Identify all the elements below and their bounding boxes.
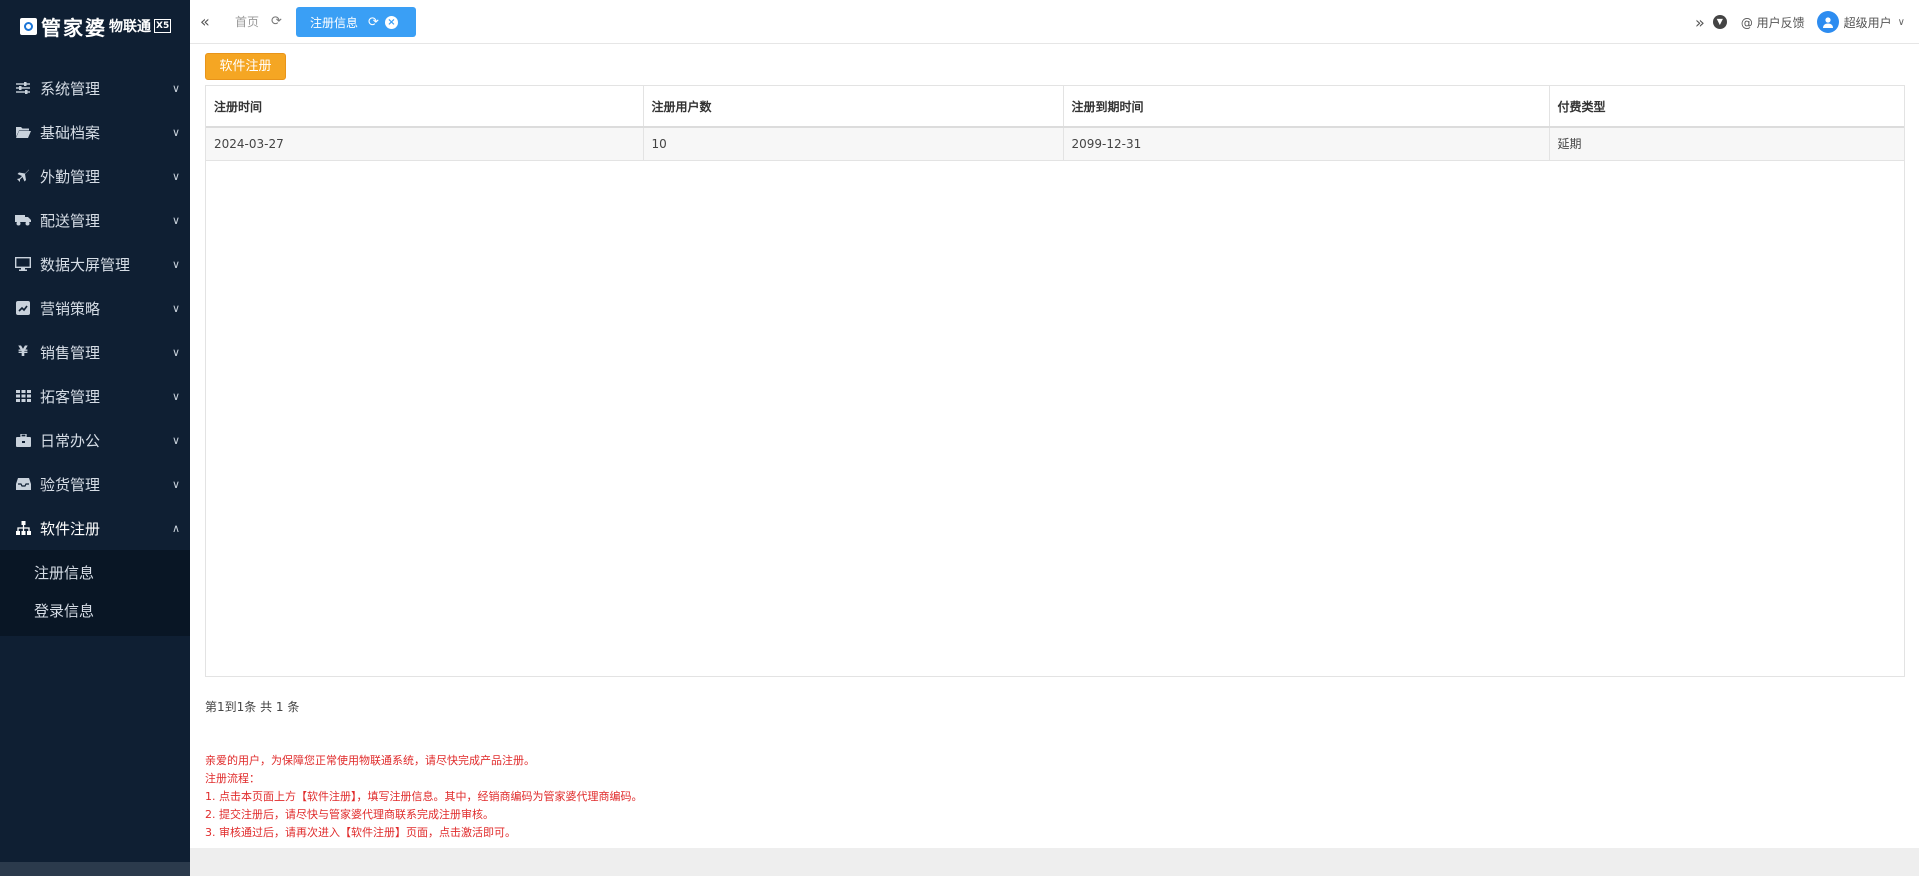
table-header-row: 注册时间 注册用户数 注册到期时间 付费类型	[206, 86, 1904, 128]
feedback-link[interactable]: @ 用户反馈	[1741, 14, 1805, 31]
chevron-down-icon: ∨	[171, 477, 181, 491]
table-row[interactable]: 2024-03-27 10 2099-12-31 延期	[206, 127, 1904, 161]
chevron-down-icon: ∨	[171, 257, 181, 271]
registration-notice: 亲爱的用户，为保障您正常使用物联通系统，请尽快完成产品注册。 注册流程： 1. …	[205, 752, 643, 842]
sidebar-item-inspection[interactable]: 验货管理 ∨	[0, 462, 190, 506]
notice-line: 3. 审核通过后，请再次进入【软件注册】页面，点击激活即可。	[205, 826, 516, 839]
sidebar-menu: 系统管理 ∨ 基础档案 ∨ 外勤管理 ∨ 配送管理 ∨ 数据大屏管理 ∨ 营销策…	[0, 66, 190, 636]
tab-scroll-right-icon[interactable]: »	[1695, 13, 1705, 32]
monitor-icon	[15, 256, 31, 272]
tab-home[interactable]: 首页 ⟳	[235, 13, 282, 30]
chevron-down-icon: ∨	[171, 389, 181, 403]
inbox-icon	[15, 476, 31, 492]
tab-label: 注册信息	[310, 15, 359, 30]
column-header[interactable]: 注册时间	[206, 86, 644, 128]
table-cell: 2099-12-31	[1063, 127, 1550, 161]
sidebar-scrollbar[interactable]	[0, 862, 190, 876]
brand-product: 物联通	[109, 19, 151, 35]
tab-scroll-left-icon[interactable]: «	[200, 12, 210, 31]
software-register-button[interactable]: 软件注册	[205, 53, 286, 80]
sidebar: 管家婆 物联通 X5 系统管理 ∨ 基础档案 ∨ 外勤管理 ∨ 配送管理 ∨ 数…	[0, 0, 190, 876]
chevron-down-icon: ∨	[171, 433, 181, 447]
tab-dropdown-icon[interactable]: ▼	[1712, 15, 1727, 29]
refresh-icon[interactable]: ⟳	[271, 14, 282, 29]
sidebar-item-dashboard[interactable]: 数据大屏管理 ∨	[0, 242, 190, 286]
chevron-down-icon: ∨	[171, 169, 181, 183]
top-bar: « 首页 ⟳ 注册信息 ⟳ × » ▼ @ 用户反馈 超级用户 ∨	[190, 0, 1919, 44]
chevron-down-icon: ∨	[171, 125, 181, 139]
tab-registration-info[interactable]: 注册信息 ⟳ ×	[296, 7, 416, 37]
brand-name: 管家婆	[41, 15, 107, 40]
sidebar-item-prospecting[interactable]: 拓客管理 ∨	[0, 374, 190, 418]
truck-icon	[15, 212, 31, 228]
column-header[interactable]: 注册用户数	[643, 86, 1064, 128]
notice-line: 注册流程：	[205, 772, 260, 785]
sliders-icon	[15, 80, 31, 96]
notice-line: 亲爱的用户，为保障您正常使用物联通系统，请尽快完成产品注册。	[205, 754, 535, 767]
sidebar-item-delivery[interactable]: 配送管理 ∨	[0, 198, 190, 242]
sitemap-icon	[15, 520, 31, 536]
sidebar-item-label: 拓客管理	[40, 387, 101, 406]
chevron-down-icon: ∨	[171, 213, 181, 227]
column-header[interactable]: 付费类型	[1549, 86, 1904, 128]
registration-table: 注册时间 注册用户数 注册到期时间 付费类型 2024-03-27 10 209…	[205, 85, 1905, 677]
chevron-up-icon: ∧	[171, 521, 181, 535]
sidebar-item-label: 系统管理	[40, 79, 101, 98]
folder-open-icon	[15, 124, 31, 140]
chart-square-icon	[15, 300, 31, 316]
table-cell: 10	[643, 127, 1064, 161]
submenu-item-login-info[interactable]: 登录信息	[0, 592, 190, 630]
sidebar-item-label: 销售管理	[40, 343, 101, 362]
chevron-down-icon: ∨	[171, 81, 181, 95]
logo-icon	[20, 17, 37, 35]
sidebar-item-label: 基础档案	[40, 123, 101, 142]
submenu-registration: 注册信息 登录信息	[0, 550, 190, 636]
footer-bar	[190, 848, 1919, 876]
grid-icon	[15, 388, 31, 404]
sidebar-item-marketing[interactable]: 营销策略 ∨	[0, 286, 190, 330]
brand-edition: X5	[154, 19, 172, 33]
sidebar-item-office[interactable]: 日常办公 ∨	[0, 418, 190, 462]
chevron-down-icon: ∨	[171, 301, 181, 315]
avatar[interactable]	[1816, 11, 1839, 33]
tab-label: 首页	[235, 15, 260, 29]
yen-icon: ¥	[18, 344, 28, 360]
header-right: » ▼ @ 用户反馈 超级用户 ∨	[1695, 0, 1905, 44]
pagination-info: 第1到1条 共 1 条	[205, 700, 300, 714]
sidebar-item-label: 数据大屏管理	[40, 255, 131, 274]
sidebar-item-label: 营销策略	[40, 299, 101, 318]
user-menu[interactable]: 超级用户	[1844, 14, 1892, 31]
sidebar-item-label: 软件注册	[40, 519, 101, 538]
chevron-down-icon: ∨	[1897, 16, 1905, 28]
sidebar-item-registration[interactable]: 软件注册 ∧	[0, 506, 190, 550]
close-icon[interactable]: ×	[384, 15, 398, 29]
briefcase-icon	[15, 432, 31, 448]
sidebar-item-label: 配送管理	[40, 211, 101, 230]
table-cell: 2024-03-27	[206, 127, 644, 161]
sidebar-item-label: 外勤管理	[40, 167, 101, 186]
table-cell: 延期	[1549, 127, 1904, 161]
notice-line: 2. 提交注册后，请尽快与管家婆代理商联系完成注册审核。	[205, 808, 494, 821]
brand-logo[interactable]: 管家婆 物联通 X5	[0, 0, 190, 52]
sidebar-item-label: 验货管理	[40, 475, 101, 494]
chevron-down-icon: ∨	[171, 345, 181, 359]
refresh-icon[interactable]: ⟳	[368, 15, 379, 30]
plane-icon	[15, 168, 31, 184]
column-header[interactable]: 注册到期时间	[1063, 86, 1550, 128]
submenu-item-registration-info[interactable]: 注册信息	[0, 554, 190, 592]
sidebar-item-label: 日常办公	[40, 431, 101, 450]
sidebar-item-archives[interactable]: 基础档案 ∨	[0, 110, 190, 154]
sidebar-item-field[interactable]: 外勤管理 ∨	[0, 154, 190, 198]
sidebar-item-sales[interactable]: ¥ 销售管理 ∨	[0, 330, 190, 374]
notice-line: 1. 点击本页面上方【软件注册】，填写注册信息。其中，经销商编码为管家婆代理商编…	[205, 790, 643, 803]
sidebar-item-system[interactable]: 系统管理 ∨	[0, 66, 190, 110]
